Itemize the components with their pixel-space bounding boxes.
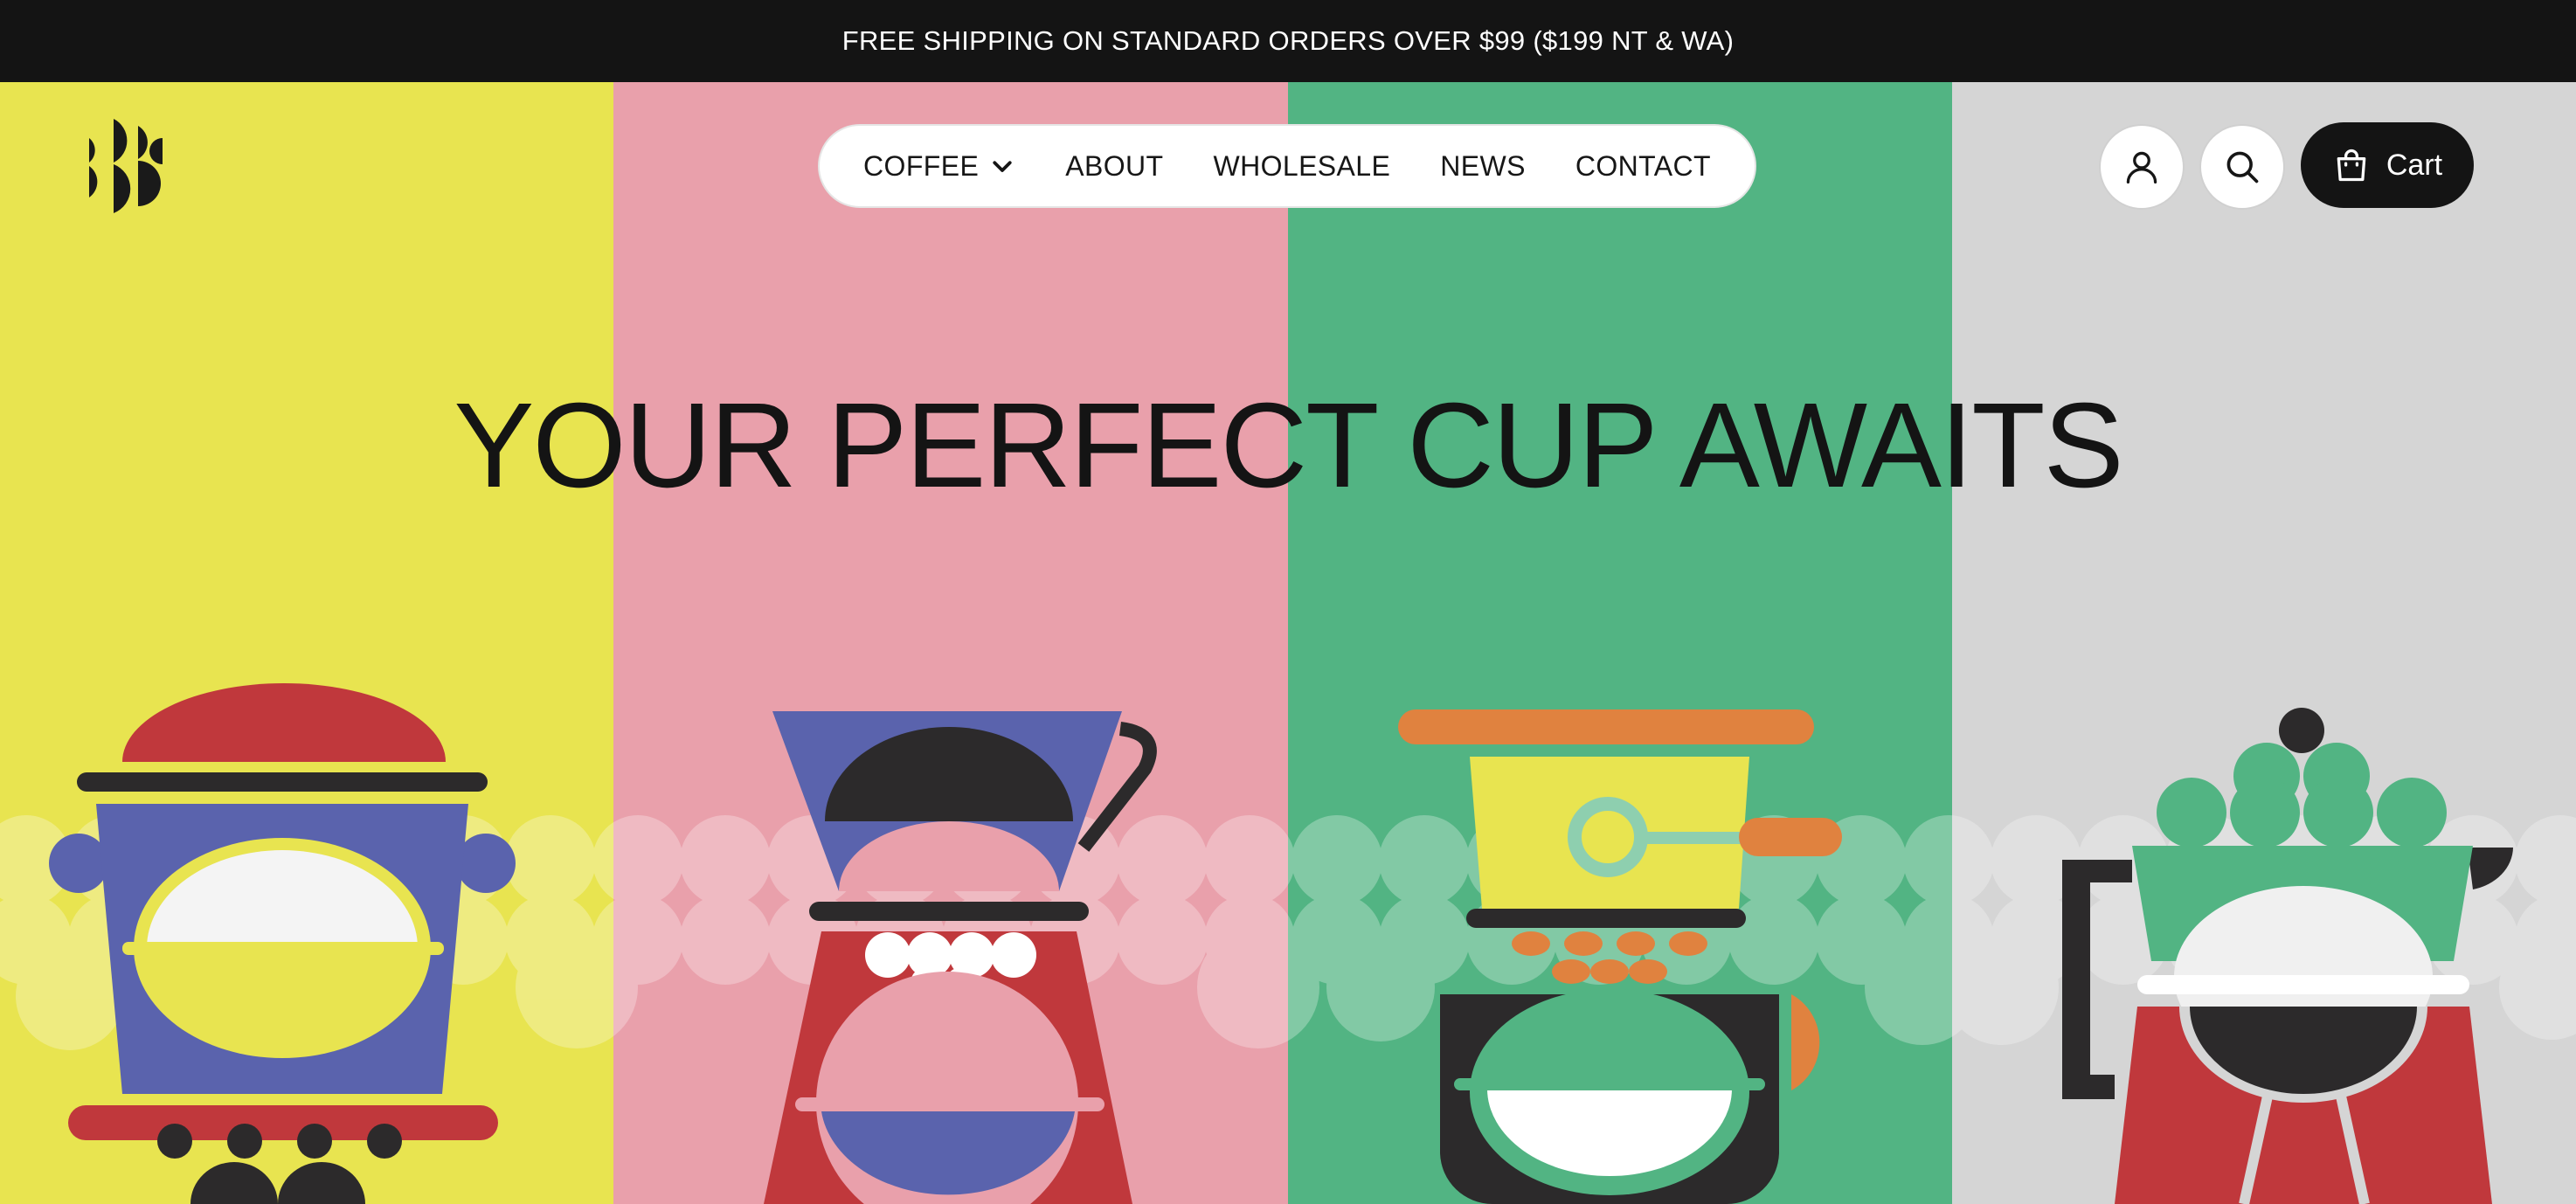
nav-item-wholesale[interactable]: WHOLESALE: [1213, 150, 1390, 183]
nav-item-about[interactable]: ABOUT: [1065, 150, 1163, 183]
hero-illustrations: [0, 683, 2576, 1204]
nav-item-news-label: NEWS: [1440, 149, 1526, 182]
brand-logo[interactable]: [84, 117, 175, 215]
cart-label: Cart: [2386, 148, 2443, 182]
main-nav: COFFEE ABOUT WHOLESALE NEWS CONTACT: [818, 124, 1756, 208]
nav-item-news[interactable]: NEWS: [1440, 150, 1526, 183]
search-button[interactable]: [2199, 124, 2285, 210]
announcement-bar: FREE SHIPPING ON STANDARD ORDERS OVER $9…: [0, 0, 2576, 82]
nav-item-coffee-label: COFFEE: [863, 149, 980, 182]
cart-button[interactable]: Cart: [2301, 122, 2474, 208]
user-icon: [2126, 151, 2157, 184]
nav-item-contact-label: CONTACT: [1575, 149, 1711, 182]
nav-item-coffee[interactable]: COFFEE: [863, 150, 1015, 183]
nav-item-about-label: ABOUT: [1065, 149, 1164, 182]
chevron-down-icon: [993, 161, 1012, 172]
hero-headline: YOUR PERFECT CUP AWAITS: [454, 378, 2123, 513]
nav-item-wholesale-label: WHOLESALE: [1213, 149, 1391, 182]
search-icon: [2226, 151, 2259, 183]
coffee-grinder-illustration: [49, 683, 516, 1204]
account-button[interactable]: [2099, 124, 2185, 210]
bag-icon: [2337, 149, 2366, 182]
nav-item-contact[interactable]: CONTACT: [1575, 150, 1711, 183]
announcement-text: FREE SHIPPING ON STANDARD ORDERS OVER $9…: [841, 25, 1735, 56]
